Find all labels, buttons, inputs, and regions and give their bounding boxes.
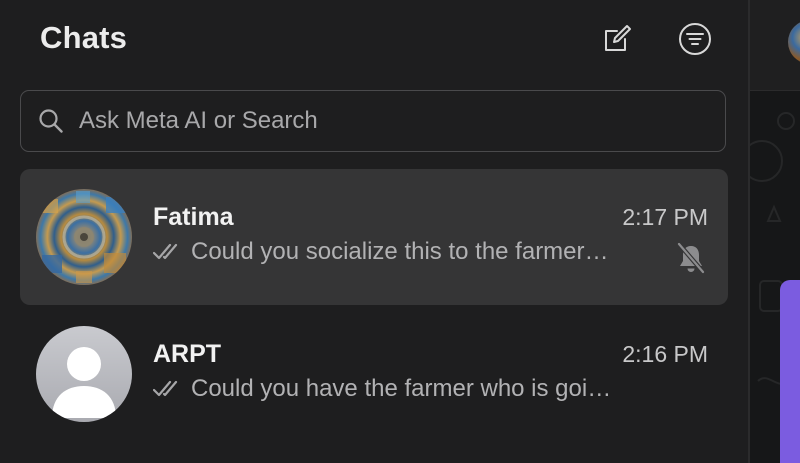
search-icon bbox=[37, 107, 65, 135]
filter-button[interactable] bbox=[678, 22, 712, 56]
chat-preview-text: Could you socialize this to the farmer… bbox=[191, 238, 609, 265]
double-check-icon bbox=[153, 379, 183, 399]
compose-icon bbox=[605, 25, 631, 51]
chat-row-fatima[interactable]: Fatima 2:17 PM Could you socialize this … bbox=[20, 169, 728, 305]
chat-time: 2:17 PM bbox=[622, 204, 708, 230]
search-input[interactable] bbox=[79, 107, 679, 135]
avatar bbox=[36, 326, 132, 422]
conversation-pane bbox=[750, 0, 800, 463]
page-title: Chats bbox=[40, 20, 128, 55]
chat-preview-text: Could you have the farmer who is goi… bbox=[191, 375, 612, 402]
conversation-header bbox=[750, 0, 800, 91]
chat-preview: Could you socialize this to the farmer… bbox=[153, 238, 609, 266]
avatar bbox=[36, 189, 132, 285]
chat-name: ARPT bbox=[153, 340, 222, 368]
chat-time: 2:16 PM bbox=[622, 341, 708, 367]
filter-icon bbox=[679, 23, 711, 55]
chat-list-panel: Chats Ask Meta AI or Search Fatima 2:17 … bbox=[0, 0, 748, 463]
chat-name: Fatima bbox=[153, 203, 234, 231]
new-chat-button[interactable] bbox=[600, 22, 634, 56]
double-check-icon bbox=[153, 242, 183, 262]
bell-slash-icon bbox=[676, 242, 706, 274]
chat-row-arpt[interactable]: ARPT 2:16 PM Could you have the farmer w… bbox=[20, 306, 728, 442]
chat-preview: Could you have the farmer who is goi… bbox=[153, 375, 611, 403]
default-avatar-icon bbox=[52, 347, 116, 418]
contact-avatar[interactable] bbox=[788, 20, 800, 64]
message-bubble[interactable] bbox=[780, 280, 800, 463]
search-bar[interactable] bbox=[20, 90, 726, 152]
